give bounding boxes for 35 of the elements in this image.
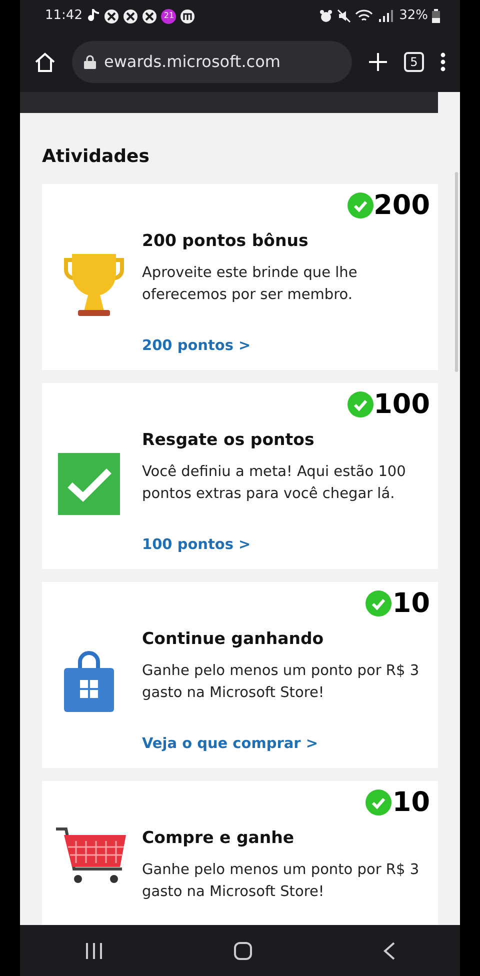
activity-title: Compre e ganhe bbox=[142, 827, 296, 849]
activity-title: Resgate os pontos bbox=[142, 429, 316, 451]
section-title: Atividades bbox=[42, 145, 150, 169]
battery-icon bbox=[432, 9, 440, 23]
points-text: 10 bbox=[392, 789, 430, 816]
activity-description: Ganhe pelo menos um ponto por R$ 3 gasto na Microsoft Store! bbox=[142, 662, 420, 703]
url-text: ewards.microsoft.com bbox=[104, 51, 280, 73]
record-icon bbox=[180, 8, 196, 24]
notification-badge: 21 bbox=[161, 8, 176, 24]
back-icon[interactable] bbox=[382, 940, 396, 960]
new-tab-icon[interactable] bbox=[368, 52, 388, 72]
activity-title: Continue ganhando bbox=[142, 628, 325, 650]
points-text: 10 bbox=[392, 590, 430, 617]
activity-description: Aproveite este brinde que lhe oferecemos por ser membro. bbox=[142, 264, 358, 305]
lock-icon bbox=[84, 55, 96, 69]
address-bar[interactable]: ewards.microsoft.com bbox=[72, 41, 352, 83]
points-text: 200 bbox=[374, 192, 430, 219]
activity-link[interactable]: 200 pontos > bbox=[142, 336, 251, 358]
activity-title: 200 pontos bônus bbox=[142, 230, 310, 252]
battery-text: 32% bbox=[399, 7, 428, 26]
activity-link[interactable]: Veja o que comprar > bbox=[142, 734, 318, 756]
wifi-icon bbox=[355, 9, 374, 23]
music-note-icon bbox=[86, 8, 100, 24]
activity-description: Você definiu a meta! Aqui estão 100 pontos extras para você chegar lá. bbox=[142, 462, 407, 504]
activity-description: Ganhe pelo menos um ponto por R$ 3 gasto na Microsoft Store! bbox=[142, 860, 420, 902]
recent-apps-icon[interactable] bbox=[84, 940, 104, 960]
points-text: 100 bbox=[374, 391, 430, 418]
tab-count-button[interactable]: 5 bbox=[404, 52, 424, 72]
signal-icon bbox=[377, 9, 396, 23]
more-options-icon[interactable] bbox=[440, 52, 446, 72]
mute-icon bbox=[337, 9, 352, 23]
home-button-icon[interactable] bbox=[232, 940, 253, 960]
home-icon[interactable] bbox=[34, 51, 56, 73]
clock-text: 11:42 bbox=[45, 7, 82, 26]
activity-link[interactable]: 100 pontos > bbox=[142, 534, 251, 556]
